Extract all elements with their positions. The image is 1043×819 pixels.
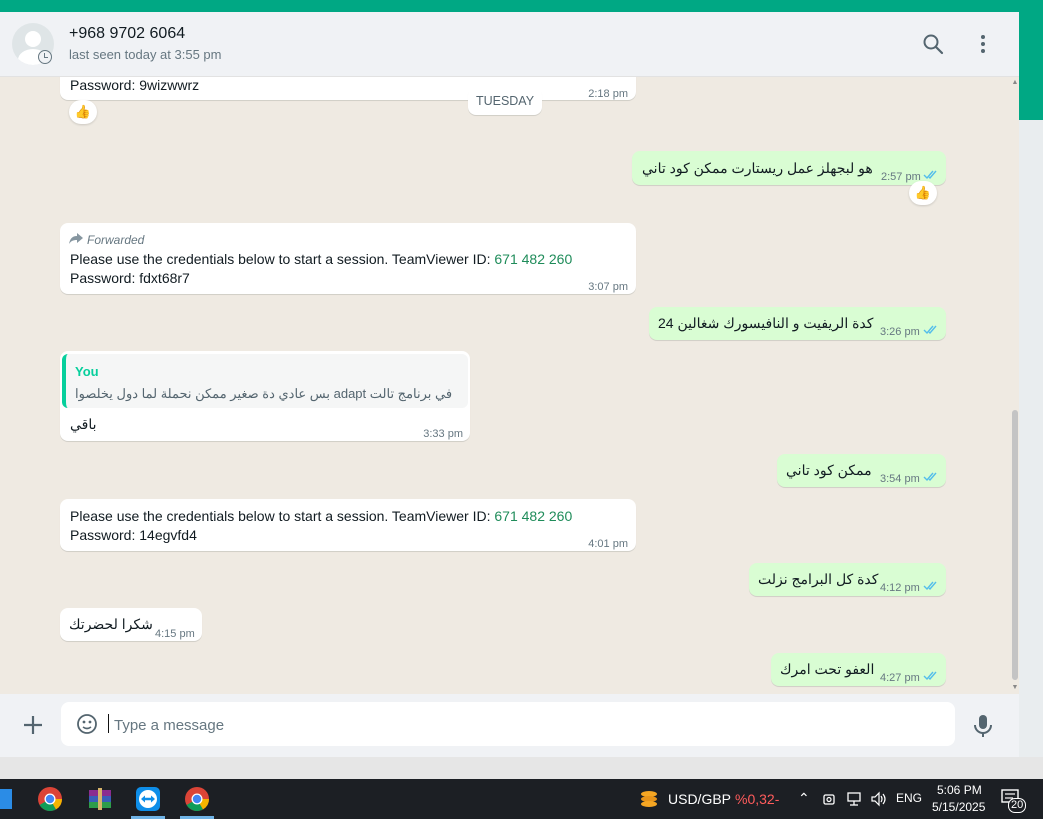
message-text: كدة الريفيت و النافيسورك شغالين 24 (658, 315, 874, 331)
text-caret (108, 714, 109, 733)
chat-scrollbar-thumb[interactable] (1012, 410, 1018, 680)
message-text: باقي (70, 416, 97, 432)
message-incoming[interactable]: شكرا لحضرتك 4:15 pm (60, 608, 202, 641)
chat-header[interactable]: +968 9702 6064 last seen today at 3:55 p… (0, 12, 1019, 77)
message-text: شكرا لحضرتك (69, 616, 153, 632)
message-time: 4:27 pm (880, 672, 920, 684)
reaction-badge[interactable]: 👍 (69, 100, 97, 124)
clock-date[interactable]: 5/15/2025 (932, 800, 985, 814)
teamviewer-icon[interactable] (134, 785, 162, 813)
read-ticks-icon (923, 472, 937, 482)
sticker-icon[interactable] (75, 712, 99, 736)
desktop-background (0, 757, 1043, 779)
composer-bar (0, 694, 1019, 757)
network-icon[interactable] (845, 791, 863, 807)
teamviewer-id-link[interactable]: 671 482 260 (494, 508, 572, 524)
message-outgoing[interactable]: هو لبجهلز عمل ريستارت ممكن كود تاني 2:57… (632, 151, 946, 185)
disappearing-clock-icon (38, 50, 52, 64)
message-input[interactable] (112, 713, 896, 737)
message-text: هو لبجهلز عمل ريستارت ممكن كود تاني (642, 160, 873, 176)
quoted-text: في برنامج تالت adapt بس عادي دة صغير ممك… (75, 386, 453, 401)
message-incoming-reply[interactable]: You في برنامج تالت adapt بس عادي دة صغير… (60, 351, 470, 441)
message-time: 3:54 pm (880, 473, 920, 485)
message-time: 4:12 pm (880, 582, 920, 594)
windows-taskbar: USD/GBP %0,32- ⌃ ENG 5:06 PM 5/15/2025 2… (0, 779, 1043, 819)
coins-icon[interactable] (638, 788, 660, 810)
read-ticks-icon (923, 671, 937, 681)
message-incoming[interactable]: Password: 9wizwwrz 2:18 pm (60, 77, 636, 100)
message-text: ممكن كود تاني (786, 462, 872, 478)
kebab-menu-icon[interactable] (971, 32, 995, 56)
message-incoming[interactable]: Please use the credentials below to star… (60, 499, 636, 551)
search-icon[interactable] (921, 32, 945, 56)
message-input-container[interactable] (61, 702, 955, 746)
teamviewer-id-link[interactable]: 671 482 260 (494, 251, 572, 267)
message-time: 4:15 pm (155, 628, 195, 640)
quoted-message[interactable]: You في برنامج تالت adapt بس عادي دة صغير… (62, 354, 468, 408)
message-time: 2:18 pm (588, 88, 628, 100)
winrar-icon[interactable] (86, 785, 114, 813)
message-text-line: Please use the credentials below to star… (70, 508, 495, 524)
message-time: 3:07 pm (588, 281, 628, 293)
message-text-line: Please use the credentials below to star… (70, 251, 495, 267)
whatsapp-window: +968 9702 6064 last seen today at 3:55 p… (0, 12, 1019, 757)
window-side-accent (1019, 12, 1043, 120)
forwarded-label: Forwarded (87, 233, 145, 247)
message-text-line: Password: fdxt68r7 (70, 270, 190, 286)
read-ticks-icon (923, 325, 937, 335)
contact-last-seen: last seen today at 3:55 pm (69, 47, 222, 62)
message-time: 3:26 pm (880, 326, 920, 338)
ticker-label[interactable]: USD/GBP (668, 791, 731, 807)
chevron-up-icon[interactable]: ⌃ (798, 790, 810, 807)
edge-app-icon[interactable] (0, 789, 12, 809)
clock-time[interactable]: 5:06 PM (937, 783, 982, 797)
contact-name[interactable]: +968 9702 6064 (69, 25, 185, 43)
message-outgoing[interactable]: ممكن كود تاني 3:54 pm (777, 454, 946, 487)
message-text: كدة كل البرامج نزلت (758, 571, 879, 587)
mic-icon[interactable] (972, 713, 994, 739)
chrome-icon[interactable] (36, 785, 64, 813)
window-top-accent (0, 0, 1043, 12)
message-text: Password: 9wizwwrz (70, 77, 200, 93)
message-text: Please use the credentials below to star… (70, 507, 572, 526)
camera-icon[interactable] (822, 791, 838, 807)
reaction-badge[interactable]: 👍 (909, 181, 937, 205)
message-text: العفو تحت امرك (780, 661, 875, 677)
language-indicator[interactable]: ENG (896, 791, 922, 805)
scroll-down-arrow[interactable]: ▼ (1010, 684, 1019, 692)
message-outgoing[interactable]: كدة كل البرامج نزلت 4:12 pm (749, 563, 946, 596)
read-ticks-icon (923, 581, 937, 591)
message-incoming-forwarded[interactable]: Forwarded Please use the credentials bel… (60, 223, 636, 294)
message-time: 3:33 pm (423, 428, 463, 440)
volume-icon[interactable] (870, 791, 888, 807)
scroll-up-arrow[interactable]: ▲ (1010, 79, 1019, 87)
plus-icon[interactable] (20, 712, 46, 738)
forward-icon (69, 233, 83, 244)
message-text-line: Password: 14egvfd4 (70, 527, 197, 543)
quoted-author: You (75, 364, 99, 379)
message-time: 4:01 pm (588, 538, 628, 550)
notification-count-badge: 20 (1008, 798, 1027, 813)
message-list[interactable]: Password: 9wizwwrz 2:18 pm 👍 TUESDAY هو … (0, 77, 1019, 694)
message-outgoing[interactable]: العفو تحت امرك 4:27 pm (771, 653, 946, 686)
message-outgoing[interactable]: كدة الريفيت و النافيسورك شغالين 24 3:26 … (649, 307, 946, 340)
ticker-change[interactable]: %0,32- (735, 791, 779, 807)
read-ticks-icon (923, 170, 937, 180)
message-text: Please use the credentials below to star… (70, 250, 572, 269)
day-divider: TUESDAY (468, 87, 542, 115)
chrome-icon[interactable] (183, 785, 211, 813)
